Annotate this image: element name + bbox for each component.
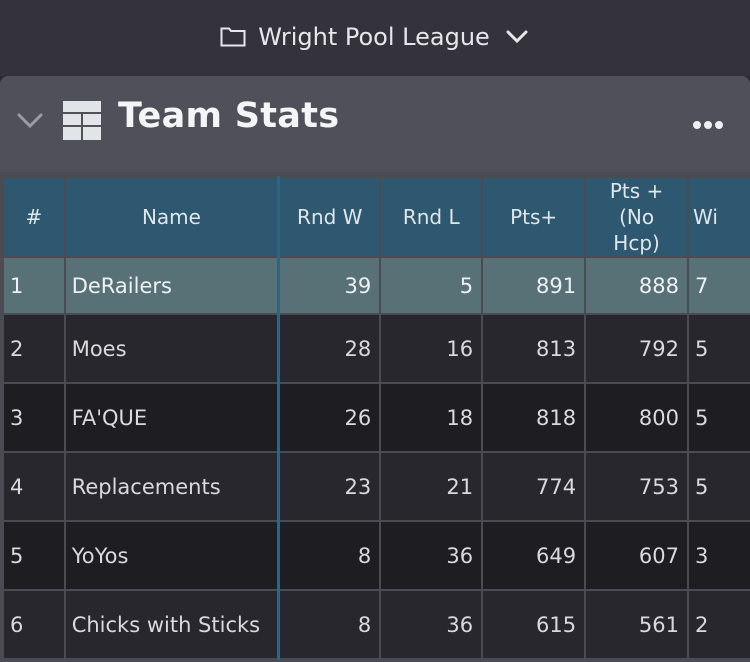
table-row[interactable]: 3 FA'QUE 26 18 818 800 5 <box>2 382 750 453</box>
cell-rank[interactable]: 6 <box>2 589 66 660</box>
cell-pts-no-hcp[interactable]: 607 <box>584 520 690 591</box>
cell-pts-plus[interactable]: 649 <box>481 520 587 591</box>
table-row[interactable]: 1 DeRailers 39 5 891 888 7 <box>2 256 750 315</box>
table-row[interactable]: 2 Moes 28 16 813 792 5 <box>2 313 750 384</box>
cell-pts-plus[interactable]: 774 <box>481 451 587 522</box>
panel-header: Team Stats <box>0 76 750 172</box>
cell-rank[interactable]: 4 <box>2 451 66 522</box>
cell-pts-no-hcp[interactable]: 561 <box>584 589 690 660</box>
cell-name[interactable]: FA'QUE <box>63 382 281 453</box>
cell-rnd-l[interactable]: 21 <box>379 451 484 522</box>
team-stats-table: # Name Rnd W Rnd L Pts+ Pts + (No Hcp) W… <box>2 176 750 660</box>
league-name: Wright Pool League <box>258 23 490 51</box>
table-icon <box>63 101 101 140</box>
league-selector[interactable]: Wright Pool League <box>220 23 528 51</box>
cell-rnd-w[interactable]: 28 <box>277 313 382 384</box>
cell-pts-no-hcp[interactable]: 792 <box>584 313 690 384</box>
column-header-pts-no-hcp[interactable]: Pts + (No Hcp) <box>584 176 690 258</box>
cell-rnd-l[interactable]: 36 <box>379 589 484 660</box>
cell-pts-no-hcp[interactable]: 753 <box>584 451 690 522</box>
cell-partial[interactable]: 5 <box>687 451 750 522</box>
cell-rank[interactable]: 1 <box>2 256 66 315</box>
cell-rank[interactable]: 2 <box>2 313 66 384</box>
column-header-rank[interactable]: # <box>2 176 66 258</box>
column-header-partial[interactable]: Wi <box>687 176 750 258</box>
cell-partial[interactable]: 5 <box>687 382 750 453</box>
cell-partial[interactable]: 5 <box>687 313 750 384</box>
column-header-rnd-l[interactable]: Rnd L <box>379 176 484 258</box>
cell-rnd-l[interactable]: 16 <box>379 313 484 384</box>
cell-rnd-l[interactable]: 5 <box>379 256 484 315</box>
header-row: # Name Rnd W Rnd L Pts+ Pts + (No Hcp) W… <box>2 176 750 258</box>
cell-name[interactable]: Chicks with Sticks <box>63 589 281 660</box>
cell-pts-plus[interactable]: 615 <box>481 589 587 660</box>
table-row[interactable]: 6 Chicks with Sticks 8 36 615 561 2 <box>2 589 750 660</box>
cell-partial[interactable]: 7 <box>687 256 750 315</box>
cell-name[interactable]: Moes <box>63 313 281 384</box>
cell-partial[interactable]: 2 <box>687 589 750 660</box>
folder-icon <box>220 27 246 47</box>
more-options-icon[interactable] <box>693 114 727 129</box>
top-bar: Wright Pool League <box>0 0 750 76</box>
cell-pts-no-hcp[interactable]: 800 <box>584 382 690 453</box>
cell-pts-plus[interactable]: 813 <box>481 313 587 384</box>
table-row[interactable]: 4 Replacements 23 21 774 753 5 <box>2 451 750 522</box>
cell-rnd-l[interactable]: 36 <box>379 520 484 591</box>
cell-rank[interactable]: 3 <box>2 382 66 453</box>
column-header-rnd-w[interactable]: Rnd W <box>277 176 382 258</box>
panel-title: Team Stats <box>118 96 340 136</box>
cell-name[interactable]: Replacements <box>63 451 281 522</box>
cell-rnd-l[interactable]: 18 <box>379 382 484 453</box>
column-header-name[interactable]: Name <box>63 176 281 258</box>
cell-name[interactable]: YoYos <box>63 520 281 591</box>
chevron-down-icon[interactable] <box>506 30 528 44</box>
cell-partial[interactable]: 3 <box>687 520 750 591</box>
stats-grid: # Name Rnd W Rnd L Pts+ Pts + (No Hcp) W… <box>0 172 750 662</box>
cell-rnd-w[interactable]: 23 <box>277 451 382 522</box>
cell-rnd-w[interactable]: 8 <box>277 520 382 591</box>
table-row[interactable]: 5 YoYos 8 36 649 607 3 <box>2 520 750 591</box>
cell-pts-no-hcp[interactable]: 888 <box>584 256 690 315</box>
cell-rnd-w[interactable]: 39 <box>277 256 382 315</box>
cell-pts-plus[interactable]: 891 <box>481 256 587 315</box>
cell-rnd-w[interactable]: 26 <box>277 382 382 453</box>
cell-rnd-w[interactable]: 8 <box>277 589 382 660</box>
cell-rank[interactable]: 5 <box>2 520 66 591</box>
cell-name[interactable]: DeRailers <box>63 256 281 315</box>
cell-pts-plus[interactable]: 818 <box>481 382 587 453</box>
collapse-chevron-icon[interactable] <box>16 112 44 130</box>
column-header-pts-plus[interactable]: Pts+ <box>481 176 587 258</box>
